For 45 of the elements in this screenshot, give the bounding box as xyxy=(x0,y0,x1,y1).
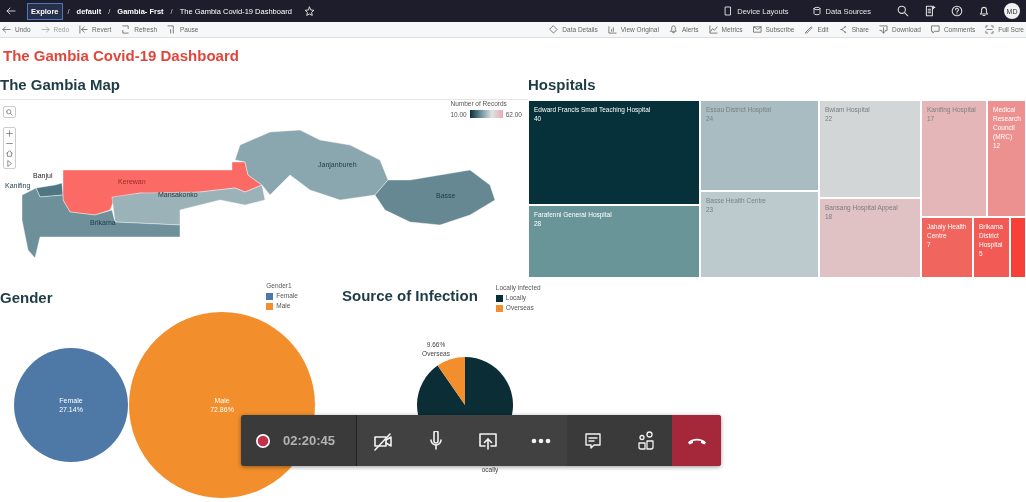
pan-button[interactable] xyxy=(4,158,15,168)
bell-icon[interactable] xyxy=(978,5,990,17)
people-icon xyxy=(635,430,656,451)
line-chart-icon xyxy=(708,25,718,34)
color-ramp xyxy=(469,110,503,118)
map-region[interactable] xyxy=(62,161,263,216)
bar-chart-icon xyxy=(607,25,617,34)
share-icon xyxy=(838,25,848,34)
more-icon xyxy=(530,437,551,444)
section-heading: Source of Infection xyxy=(342,286,478,306)
redo-arrow-icon xyxy=(40,25,50,34)
search-icon[interactable] xyxy=(897,5,909,17)
map-region[interactable] xyxy=(234,129,389,201)
call-timer: 02:20:45 xyxy=(283,433,336,448)
diamond-icon xyxy=(549,25,559,34)
pencil-icon xyxy=(804,25,814,34)
treemap-cell[interactable] xyxy=(1010,217,1026,278)
home-icon xyxy=(6,149,13,157)
comment-icon xyxy=(930,25,940,34)
revert-icon xyxy=(79,25,89,34)
section-heading: Gender xyxy=(0,288,53,308)
help-icon[interactable] xyxy=(951,5,963,17)
plus-icon xyxy=(6,129,13,137)
mail-icon xyxy=(752,25,762,34)
expand-icon xyxy=(985,25,995,34)
play-icon xyxy=(6,159,13,167)
search-icon xyxy=(6,108,13,116)
home-button[interactable] xyxy=(4,148,15,158)
star-icon[interactable] xyxy=(303,5,315,17)
document-icon[interactable] xyxy=(924,5,936,17)
chat-icon xyxy=(583,430,604,451)
back-arrow-icon[interactable] xyxy=(6,6,16,16)
map-search-button[interactable] xyxy=(4,107,15,117)
share-screen-icon xyxy=(478,430,499,451)
dashboard-title: The Gambia Covid-19 Dashboard xyxy=(3,46,239,66)
map-region[interactable] xyxy=(35,182,64,198)
tablet-icon xyxy=(723,6,734,16)
zoom-in-button[interactable] xyxy=(4,128,15,138)
section-heading: Hospitals xyxy=(528,75,596,95)
section-heading: The Gambia Map xyxy=(0,75,121,95)
cylinder-icon xyxy=(811,6,822,16)
undo-arrow-icon xyxy=(2,25,11,34)
download-icon xyxy=(879,25,888,34)
bell-icon xyxy=(668,25,678,34)
map-region[interactable] xyxy=(374,169,496,226)
